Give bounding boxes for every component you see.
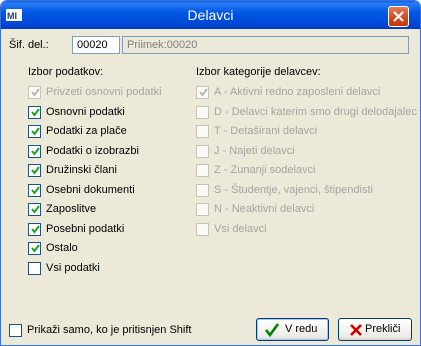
checkbox-box[interactable] xyxy=(28,203,41,216)
checkbox-label: Z - Zunanji sodelavci xyxy=(214,164,316,176)
checkmark-icon xyxy=(31,88,40,97)
right-group-checkbox: S - Študentje, vajenci, štipendisti xyxy=(196,183,411,198)
left-group-title: Izbor podatkov: xyxy=(28,66,104,78)
right-group-checkbox: A - Aktivni redno zaposleni delavci xyxy=(196,85,411,100)
checkmark-icon xyxy=(31,244,40,253)
checkbox-box xyxy=(196,86,209,99)
checkbox-label: Vsi podatki xyxy=(46,261,100,274)
checkbox-box xyxy=(196,164,209,177)
checkbox-label: Vsi delavci xyxy=(214,222,267,235)
checkbox-label: Družinski člani xyxy=(46,164,117,176)
window-title: Delavci xyxy=(187,7,234,23)
checkbox-label: D - Delavci katerim smo drugi delodajale… xyxy=(214,105,417,118)
checkbox-label: Privzeti osnovni podatki xyxy=(46,86,162,98)
left-group-checkbox[interactable]: Podatki o izobrazbi xyxy=(28,144,188,159)
right-group-title: Izbor kategorije delavcev: xyxy=(196,66,321,78)
checkmark-icon xyxy=(31,107,40,117)
checkbox-box[interactable] xyxy=(28,125,41,138)
checkbox-box xyxy=(28,86,41,99)
left-group-checkbox[interactable]: Vsi podatki xyxy=(28,261,188,276)
checkbox-label: Osebni dokumenti xyxy=(46,183,135,196)
right-group-checkbox: Vsi delavci xyxy=(196,222,411,237)
cancel-button-label: Prekliči xyxy=(365,323,401,335)
shift-checkbox-label: Prikaži samo, ko je pritisnjen Shift xyxy=(27,324,192,336)
ok-button[interactable]: V redu xyxy=(256,318,329,341)
checkmark-icon xyxy=(31,224,40,234)
checkbox-box[interactable] xyxy=(28,261,41,275)
left-group-checkbox[interactable]: Družinski člani xyxy=(28,163,188,178)
left-group-checkbox[interactable]: Osebni dokumenti xyxy=(28,183,188,198)
sif-input[interactable]: 00020 xyxy=(72,36,120,54)
right-group-checkbox: T - Detaširani delavci xyxy=(196,124,411,139)
left-group-checkbox[interactable]: Osnovni podatki xyxy=(28,105,188,120)
left-group-checkbox[interactable]: Podatki za plače xyxy=(28,124,188,139)
checkbox-label: Osnovni podatki xyxy=(46,105,125,118)
checkbox-box[interactable] xyxy=(28,164,41,177)
shift-checkbox[interactable]: Prikaži samo, ko je pritisnjen Shift xyxy=(9,323,229,338)
checkbox-label: Posebni podatki xyxy=(46,222,125,235)
checkmark-icon xyxy=(199,88,208,97)
checkbox-label: T - Detaširani delavci xyxy=(214,125,318,137)
checkbox-label: Podatki za plače xyxy=(46,125,127,137)
sif-label: Šif. del.: xyxy=(9,39,49,51)
checkmark-icon xyxy=(31,127,40,136)
checkbox-box[interactable] xyxy=(28,183,41,197)
checkbox-label: N - Neaktivni delavci xyxy=(214,203,315,215)
left-group-checkbox[interactable]: Posebni podatki xyxy=(28,222,188,237)
left-group-checkbox[interactable]: Zaposlitve xyxy=(28,202,188,217)
checkmark-icon xyxy=(31,166,40,175)
right-group-checkbox: N - Neaktivni delavci xyxy=(196,202,411,217)
left-group-checkbox[interactable]: Ostalo xyxy=(28,241,188,256)
checkmark-icon xyxy=(264,323,280,338)
checkbox-box xyxy=(196,105,209,119)
checkbox-box[interactable] xyxy=(28,144,41,158)
close-icon xyxy=(393,11,404,22)
name-field: Priimek:00020 xyxy=(122,36,409,54)
right-group-checkbox: J - Najeti delavci xyxy=(196,144,411,159)
checkmark-icon xyxy=(31,185,40,195)
ok-button-label: V redu xyxy=(285,323,318,335)
checkbox-label: Podatki o izobrazbi xyxy=(46,144,139,157)
checkbox-label: Zaposlitve xyxy=(46,203,97,215)
checkbox-box[interactable] xyxy=(28,105,41,119)
checkbox-label: A - Aktivni redno zaposleni delavci xyxy=(214,86,381,98)
checkbox-box xyxy=(196,222,209,236)
checkbox-label: Ostalo xyxy=(46,242,78,254)
right-group-checkbox: Z - Zunanji sodelavci xyxy=(196,163,411,178)
checkmark-icon xyxy=(31,146,40,156)
checkbox-label: S - Študentje, vajenci, štipendisti xyxy=(214,183,373,196)
title-bar[interactable]: MI Delavci xyxy=(1,1,420,29)
checkbox-box[interactable] xyxy=(28,242,41,255)
shift-checkbox-box[interactable] xyxy=(9,324,22,337)
checkbox-box xyxy=(196,183,209,197)
left-group-checkbox: Privzeti osnovni podatki xyxy=(28,85,188,100)
close-button[interactable] xyxy=(388,6,409,27)
right-group-checkbox: D - Delavci katerim smo drugi delodajale… xyxy=(196,105,417,120)
dialog-content: Šif. del.: 00020 Priimek:00020 Izbor pod… xyxy=(4,29,417,342)
checkmark-icon xyxy=(31,205,40,214)
dialog-window: MI Delavci Šif. del.: 00020 Priimek:0002… xyxy=(0,0,421,346)
checkbox-label: J - Najeti delavci xyxy=(214,144,295,157)
checkbox-box xyxy=(196,125,209,138)
cross-icon xyxy=(350,324,362,336)
checkbox-box xyxy=(196,144,209,158)
cancel-button[interactable]: Prekliči xyxy=(338,318,412,341)
checkbox-box xyxy=(196,203,209,216)
checkbox-box[interactable] xyxy=(28,222,41,236)
